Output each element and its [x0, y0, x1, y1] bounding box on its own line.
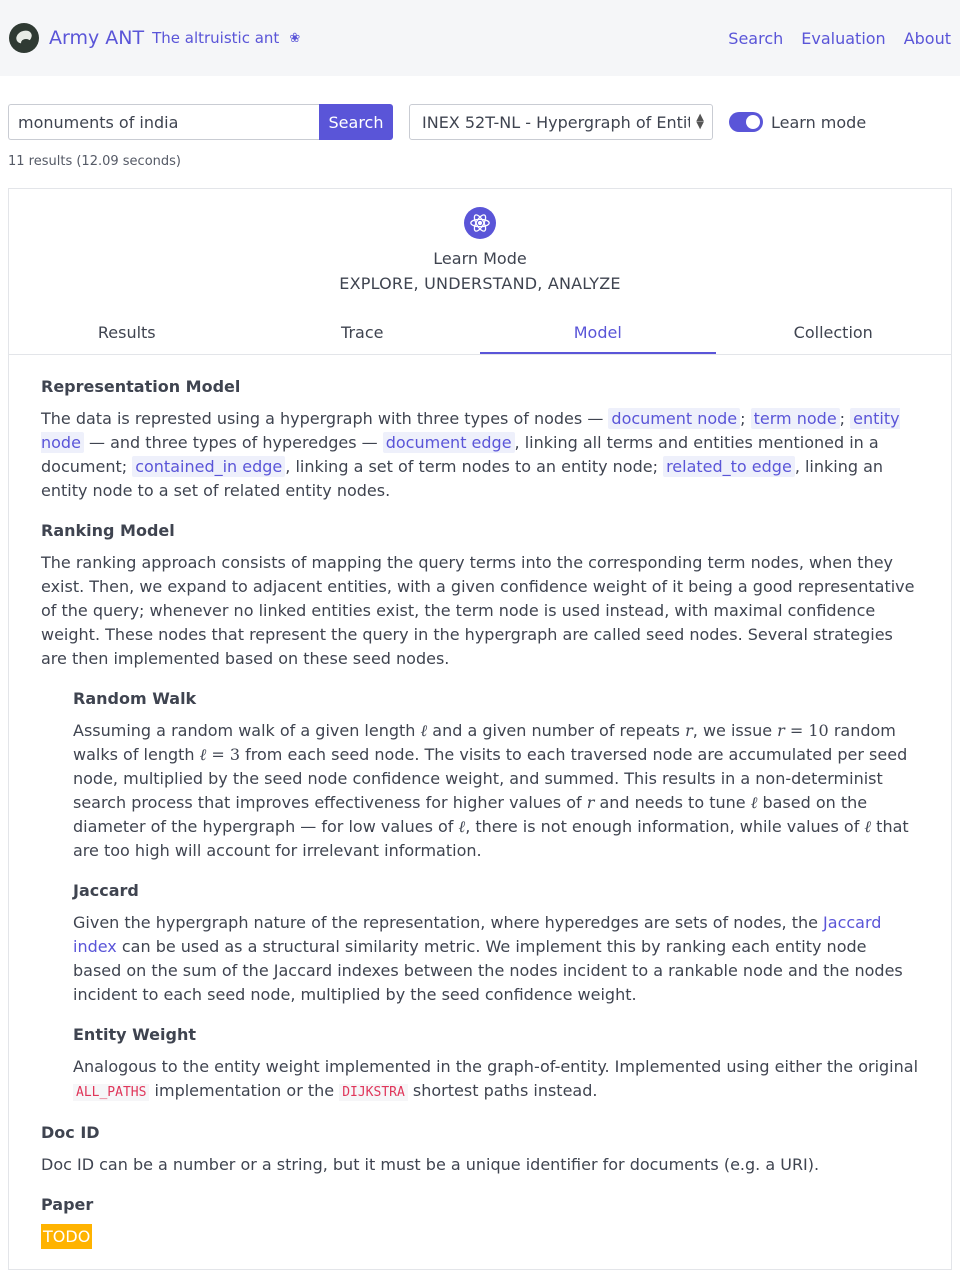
math-eq: = 3 [206, 745, 241, 764]
search-input[interactable] [8, 104, 319, 140]
text-span: implementation or the [149, 1081, 340, 1100]
engine-select-value: INEX 52T-NL - Hypergraph of Entity [422, 112, 690, 132]
engine-select[interactable]: INEX 52T-NL - Hypergraph of Entity ▲ ▼ [409, 104, 713, 140]
text-span: Analogous to the entity weight implement… [73, 1057, 919, 1076]
ranking-heading: Ranking Model [41, 521, 175, 540]
text-span: — and three types of hyperedges — [83, 433, 383, 452]
army-ant-logo-icon [9, 23, 39, 53]
switch-knob [746, 115, 760, 129]
top-navbar: Army ANT The altruistic ant ❀ Search Eva… [0, 0, 960, 76]
text-span: , linking a set of term nodes to an enti… [285, 457, 664, 476]
doc-id-text: Doc ID can be a number or a string, but … [41, 1155, 820, 1174]
learn-tabs: Results Trace Model Collection [9, 315, 951, 355]
jaccard-text: Given the hypergraph nature of the repre… [73, 911, 919, 1007]
learn-header: Learn Mode EXPLORE, UNDERSTAND, ANALYZE [9, 189, 951, 293]
learn-mode-subtitle: EXPLORE, UNDERSTAND, ANALYZE [339, 274, 621, 293]
text-span: , there is not enough information, while… [465, 817, 865, 836]
brand[interactable]: Army ANT The altruistic ant ❀ [9, 23, 300, 53]
nav-about-link[interactable]: About [904, 29, 951, 48]
learn-panel: Learn Mode EXPLORE, UNDERSTAND, ANALYZE … [8, 188, 952, 1270]
search-button[interactable]: Search [319, 104, 393, 140]
main-nav: Search Evaluation About [728, 29, 951, 48]
tab-collection[interactable]: Collection [716, 315, 952, 354]
math-r: r [777, 721, 785, 740]
term-node-tag: term node [750, 408, 840, 429]
doc-id-heading: Doc ID [41, 1123, 100, 1142]
related-to-edge-tag: related_to edge [663, 456, 795, 477]
leaf-icon: ❀ [289, 30, 301, 46]
learn-mode-toggle[interactable]: Learn mode [729, 112, 866, 132]
paper-body: TODO [41, 1224, 919, 1249]
nav-evaluation-link[interactable]: Evaluation [801, 29, 885, 48]
entity-weight-text: Analogous to the entity weight implement… [73, 1055, 919, 1105]
text-span: , we issue [692, 721, 778, 740]
representation-heading: Representation Model [41, 377, 241, 396]
all-paths-code: ALL_PATHS [73, 1084, 150, 1101]
tab-model[interactable]: Model [480, 315, 716, 354]
strategies: Random Walk Assuming a random walk of a … [41, 687, 919, 1105]
text-span: The data is represted using a hypergraph… [41, 409, 609, 428]
search-bar: Search INEX 52T-NL - Hypergraph of Entit… [0, 76, 960, 140]
learn-mode-title: Learn Mode [433, 249, 527, 268]
math-eq: = 10 [784, 721, 829, 740]
paper-heading: Paper [41, 1195, 94, 1214]
atom-icon [464, 207, 496, 239]
ranking-text: The ranking approach consists of mapping… [41, 553, 915, 668]
todo-badge: TODO [41, 1224, 93, 1249]
jaccard-heading: Jaccard [73, 881, 139, 900]
text-span: Assuming a random walk of a given length [73, 721, 421, 740]
tab-results[interactable]: Results [9, 315, 245, 354]
document-node-tag: document node [608, 408, 741, 429]
brand-tagline: The altruistic ant [152, 29, 280, 47]
nav-search-link[interactable]: Search [728, 29, 783, 48]
representation-text: The data is represted using a hypergraph… [41, 407, 919, 503]
entity-weight-heading: Entity Weight [73, 1025, 197, 1044]
results-info: 11 results (12.09 seconds) [8, 154, 181, 169]
random-walk-text: Assuming a random walk of a given length… [73, 719, 919, 863]
math-r: r [685, 721, 693, 740]
random-walk-heading: Random Walk [73, 689, 197, 708]
learn-mode-label[interactable]: Learn mode [771, 113, 866, 132]
learn-mode-switch[interactable] [729, 112, 763, 132]
dijkstra-code: DIJKSTRA [339, 1084, 408, 1101]
text-span: can be used as a structural similarity m… [73, 937, 903, 1004]
text-span: ; [740, 409, 751, 428]
brand-name[interactable]: Army ANT [49, 27, 144, 49]
text-span: ; [839, 409, 851, 428]
contained-in-edge-tag: contained_in edge [132, 456, 286, 477]
model-content: Representation Model The data is represt… [9, 355, 951, 1249]
text-span: and needs to tune [594, 793, 751, 812]
select-arrows-icon: ▲ ▼ [696, 112, 704, 131]
tab-trace[interactable]: Trace [245, 315, 481, 354]
text-span: Given the hypergraph nature of the repre… [73, 913, 824, 932]
document-edge-tag: document edge [382, 432, 515, 453]
text-span: and a given number of repeats [427, 721, 686, 740]
text-span: shortest paths instead. [407, 1081, 598, 1100]
